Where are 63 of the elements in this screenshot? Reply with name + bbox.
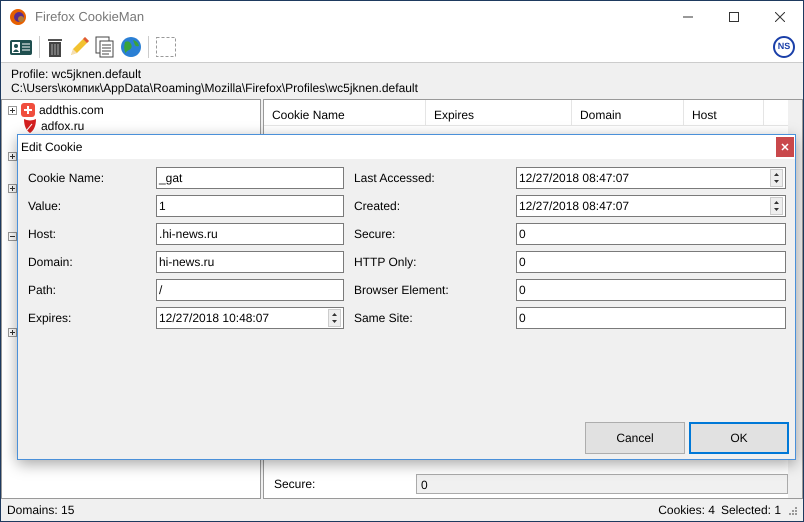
column-header[interactable]: Domain xyxy=(572,100,684,125)
tree-item[interactable]: adfox.ru xyxy=(41,117,84,135)
field-label: HTTP Only: xyxy=(354,254,418,271)
maximize-icon xyxy=(729,12,739,22)
input-field[interactable]: 0 xyxy=(516,251,786,273)
column-header[interactable]: Host xyxy=(684,100,764,125)
status-text: Domains: 15 xyxy=(7,502,74,519)
input-field[interactable]: 0 xyxy=(516,279,786,301)
expand-icon[interactable] xyxy=(9,328,16,336)
status-text: Selected: 1 xyxy=(720,502,781,519)
readonly-field: 0 xyxy=(416,474,788,494)
field-label: Secure: xyxy=(354,226,396,243)
input-field[interactable]: .hi-news.ru xyxy=(156,223,344,245)
field-label: Browser Element: xyxy=(354,282,450,299)
dialog-title: Edit Cookie xyxy=(21,139,82,156)
cancel-button[interactable]: Cancel xyxy=(585,422,685,454)
spinner-icon[interactable] xyxy=(770,197,783,215)
input-field[interactable]: 12/27/2018 10:48:07 xyxy=(156,307,344,329)
spinner-icon[interactable] xyxy=(328,309,341,327)
firefox-logo-icon xyxy=(9,8,27,26)
tree-item[interactable]: addthis.com xyxy=(39,101,104,119)
field-label: Created: xyxy=(354,198,402,215)
trash-icon[interactable] xyxy=(46,36,64,58)
field-label: Expires: xyxy=(28,310,72,327)
field-label: Host: xyxy=(28,226,58,243)
expand-icon[interactable] xyxy=(9,184,16,192)
selection-icon[interactable] xyxy=(155,36,177,58)
ok-button[interactable]: OK xyxy=(689,422,789,454)
expand-icon[interactable] xyxy=(9,106,16,114)
column-header[interactable]: Cookie Name xyxy=(264,100,426,125)
field-label: Domain: xyxy=(28,254,74,271)
spinner-icon[interactable] xyxy=(770,169,783,187)
shield-logo-icon xyxy=(23,118,37,134)
close-button[interactable] xyxy=(776,137,794,157)
input-field[interactable]: 12/27/2018 08:47:07 xyxy=(516,195,786,217)
expand-icon[interactable] xyxy=(9,152,16,160)
field-label: Value: xyxy=(28,198,62,215)
close-icon xyxy=(775,12,785,22)
field-label: Cookie Name: xyxy=(28,170,106,187)
input-field[interactable]: _gat xyxy=(156,167,344,189)
field-label: Path: xyxy=(28,282,58,299)
input-field[interactable]: hi-news.ru xyxy=(156,251,344,273)
globe-icon[interactable] xyxy=(120,36,142,58)
id-card-icon[interactable] xyxy=(9,37,33,57)
input-field[interactable]: 1 xyxy=(156,195,344,217)
profile-path: C:\Users\компик\AppData\Roaming\Mozilla\Firefox\Profiles\wc5jknen.default xyxy=(11,81,419,95)
input-field[interactable]: 0 xyxy=(516,307,786,329)
close-icon xyxy=(781,143,789,151)
input-field[interactable]: 0 xyxy=(516,223,786,245)
pencil-icon[interactable] xyxy=(68,36,90,58)
column-header[interactable]: Expires xyxy=(426,100,572,125)
profile-name: Profile: wc5jknen.default xyxy=(11,67,142,81)
input-field[interactable]: 12/27/2018 08:47:07 xyxy=(516,167,786,189)
plus-logo-icon xyxy=(21,103,35,117)
input-field[interactable]: / xyxy=(156,279,344,301)
ns-logo: NS xyxy=(773,36,795,58)
window-title: Firefox CookieMan xyxy=(35,8,144,26)
field-label: Same Site: xyxy=(354,310,414,327)
status-text: Cookies: 4 xyxy=(658,502,715,519)
field-label: Secure: xyxy=(274,476,316,493)
resize-grip-icon[interactable] xyxy=(787,505,797,515)
documents-icon[interactable] xyxy=(94,36,116,58)
field-label: Last Accessed: xyxy=(354,170,436,187)
